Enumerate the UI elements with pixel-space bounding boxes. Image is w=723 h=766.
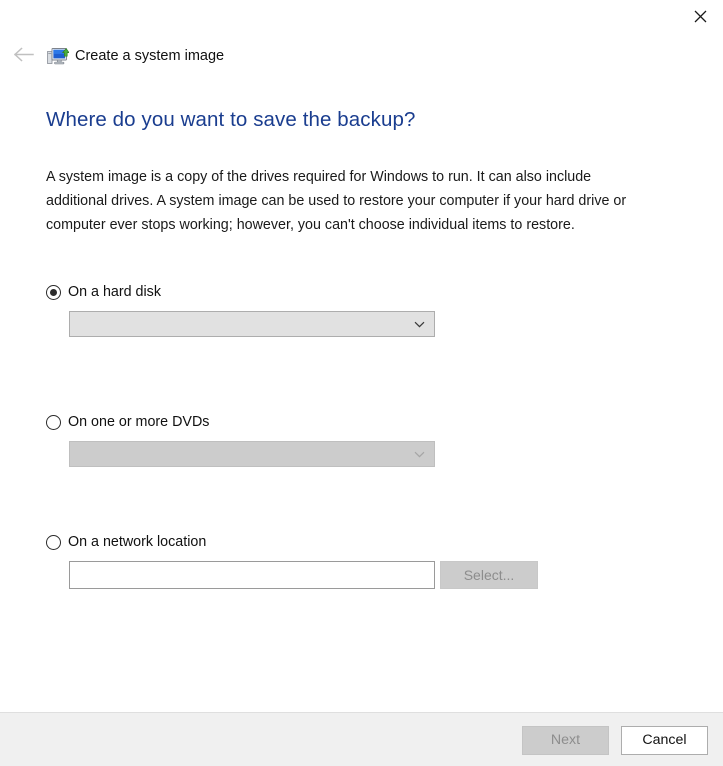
radio-option-hard-disk[interactable]: On a hard disk xyxy=(46,282,435,302)
cancel-button[interactable]: Cancel xyxy=(621,726,708,755)
radio-label-hard-disk: On a hard disk xyxy=(68,284,161,300)
hard-disk-dropdown[interactable] xyxy=(69,311,435,337)
radio-label-dvds: On one or more DVDs xyxy=(68,414,210,430)
dialog-footer: Next Cancel xyxy=(0,712,723,766)
radio-button-dvds-icon[interactable] xyxy=(46,414,61,430)
option-group-network-location: On a network location Select... xyxy=(46,532,538,589)
description-text: A system image is a copy of the drives r… xyxy=(46,169,627,233)
back-arrow-icon xyxy=(13,47,34,67)
title-bar xyxy=(0,0,723,36)
close-icon xyxy=(694,10,707,23)
chevron-down-icon xyxy=(414,445,425,463)
radio-button-hard-disk-icon[interactable] xyxy=(46,284,61,300)
radio-button-network-location-icon[interactable] xyxy=(46,534,61,550)
radio-label-network-location: On a network location xyxy=(68,534,207,550)
network-location-input[interactable] xyxy=(69,561,435,589)
radio-option-dvds[interactable]: On one or more DVDs xyxy=(46,412,435,432)
footer-button-group: Next Cancel xyxy=(522,726,708,755)
select-button: Select... xyxy=(440,561,538,589)
network-location-row: Select... xyxy=(69,561,538,589)
option-group-dvds: On one or more DVDs xyxy=(46,412,435,467)
page-title: Where do you want to save the backup? xyxy=(46,108,416,131)
app-title: Create a system image xyxy=(75,48,225,64)
navigation-row: Create a system image xyxy=(0,42,723,72)
next-button: Next xyxy=(522,726,609,755)
radio-option-network-location[interactable]: On a network location xyxy=(46,532,538,552)
option-group-hard-disk: On a hard disk xyxy=(46,282,435,337)
back-button[interactable] xyxy=(8,42,38,72)
close-button[interactable] xyxy=(677,0,723,32)
chevron-down-icon xyxy=(414,315,425,333)
dvds-dropdown xyxy=(69,441,435,467)
system-image-monitor-icon xyxy=(47,45,70,67)
